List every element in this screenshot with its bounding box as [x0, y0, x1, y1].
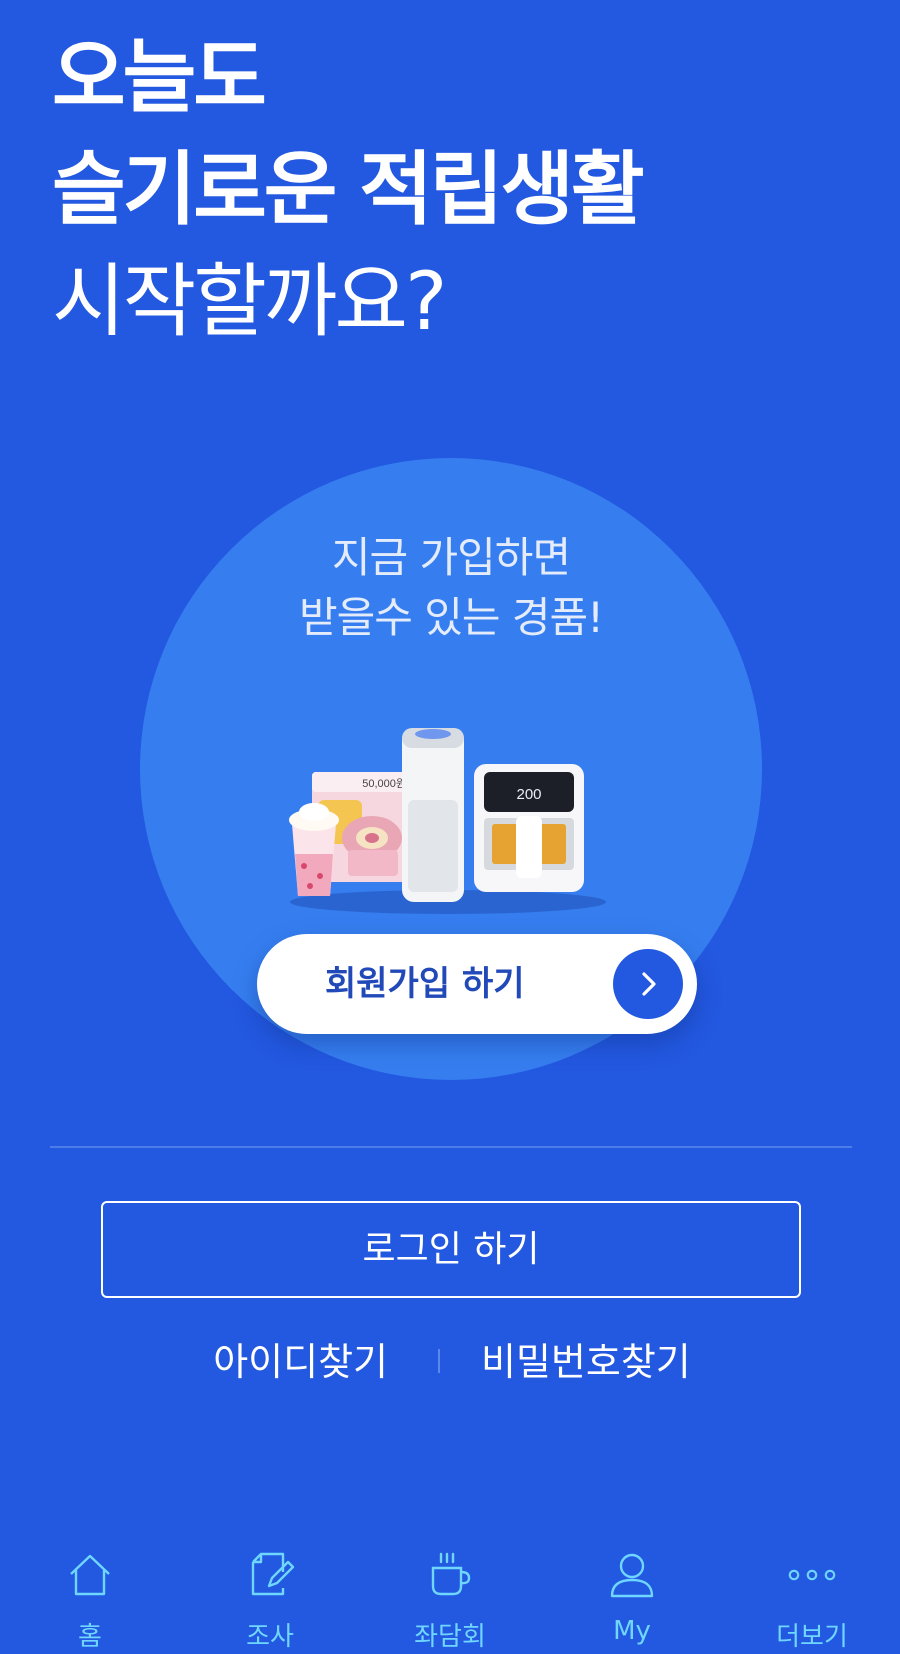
- promo-text: 지금 가입하면 받을수 있는 경품!: [140, 528, 762, 648]
- link-separator: [438, 1349, 440, 1373]
- tab-more[interactable]: 더보기: [742, 1540, 882, 1654]
- tab-my[interactable]: My: [562, 1540, 702, 1654]
- survey-icon: [251, 1552, 295, 1596]
- headline: 오늘도 슬기로운 적립생활 시작할까요?: [52, 22, 645, 358]
- prize-products-image: 50,000원 200: [289, 728, 606, 914]
- tab-survey[interactable]: 조사: [200, 1540, 340, 1654]
- section-divider: [50, 1146, 852, 1148]
- tab-label-more: 더보기: [776, 1622, 848, 1652]
- tab-label-my: My: [613, 1616, 651, 1646]
- promo-line-2: 받을수 있는 경품!: [298, 593, 604, 642]
- tab-label-home: 홈: [78, 1622, 102, 1652]
- account-recovery-links: 아이디찾기 비밀번호찾기: [0, 1334, 900, 1390]
- airfryer-display-text: 200: [516, 786, 541, 803]
- find-id-link[interactable]: 아이디찾기: [213, 1334, 388, 1390]
- headline-line-2: 슬기로운 적립생활: [52, 143, 645, 236]
- air-fryer-image: 200: [474, 764, 584, 892]
- tab-label-survey: 조사: [246, 1622, 294, 1652]
- drink-cup-image: [289, 803, 339, 896]
- tab-roundtable[interactable]: 좌담회: [380, 1540, 520, 1654]
- headline-line-3: 시작할까요?: [52, 255, 447, 348]
- air-purifier-image: [402, 728, 464, 902]
- signup-button[interactable]: 회원가입 하기: [257, 934, 697, 1034]
- user-icon: [610, 1553, 654, 1598]
- chevron-right-icon: [613, 949, 683, 1019]
- voucher-amount-text: 50,000원: [362, 777, 406, 790]
- bottom-tab-bar: 홈 조사 좌담회 My 더보기: [0, 1540, 900, 1654]
- login-button[interactable]: 로그인 하기: [101, 1201, 801, 1298]
- home-icon: [70, 1554, 110, 1596]
- promo-line-1: 지금 가입하면: [331, 533, 571, 582]
- tab-label-roundtable: 좌담회: [414, 1622, 486, 1652]
- more-dots-icon: [788, 1569, 836, 1581]
- signup-label: 회원가입 하기: [325, 964, 525, 1004]
- find-password-link[interactable]: 비밀번호찾기: [481, 1334, 691, 1390]
- tab-home[interactable]: 홈: [20, 1540, 160, 1654]
- headline-line-1: 오늘도: [52, 31, 267, 124]
- coffee-cup-icon: [431, 1552, 471, 1596]
